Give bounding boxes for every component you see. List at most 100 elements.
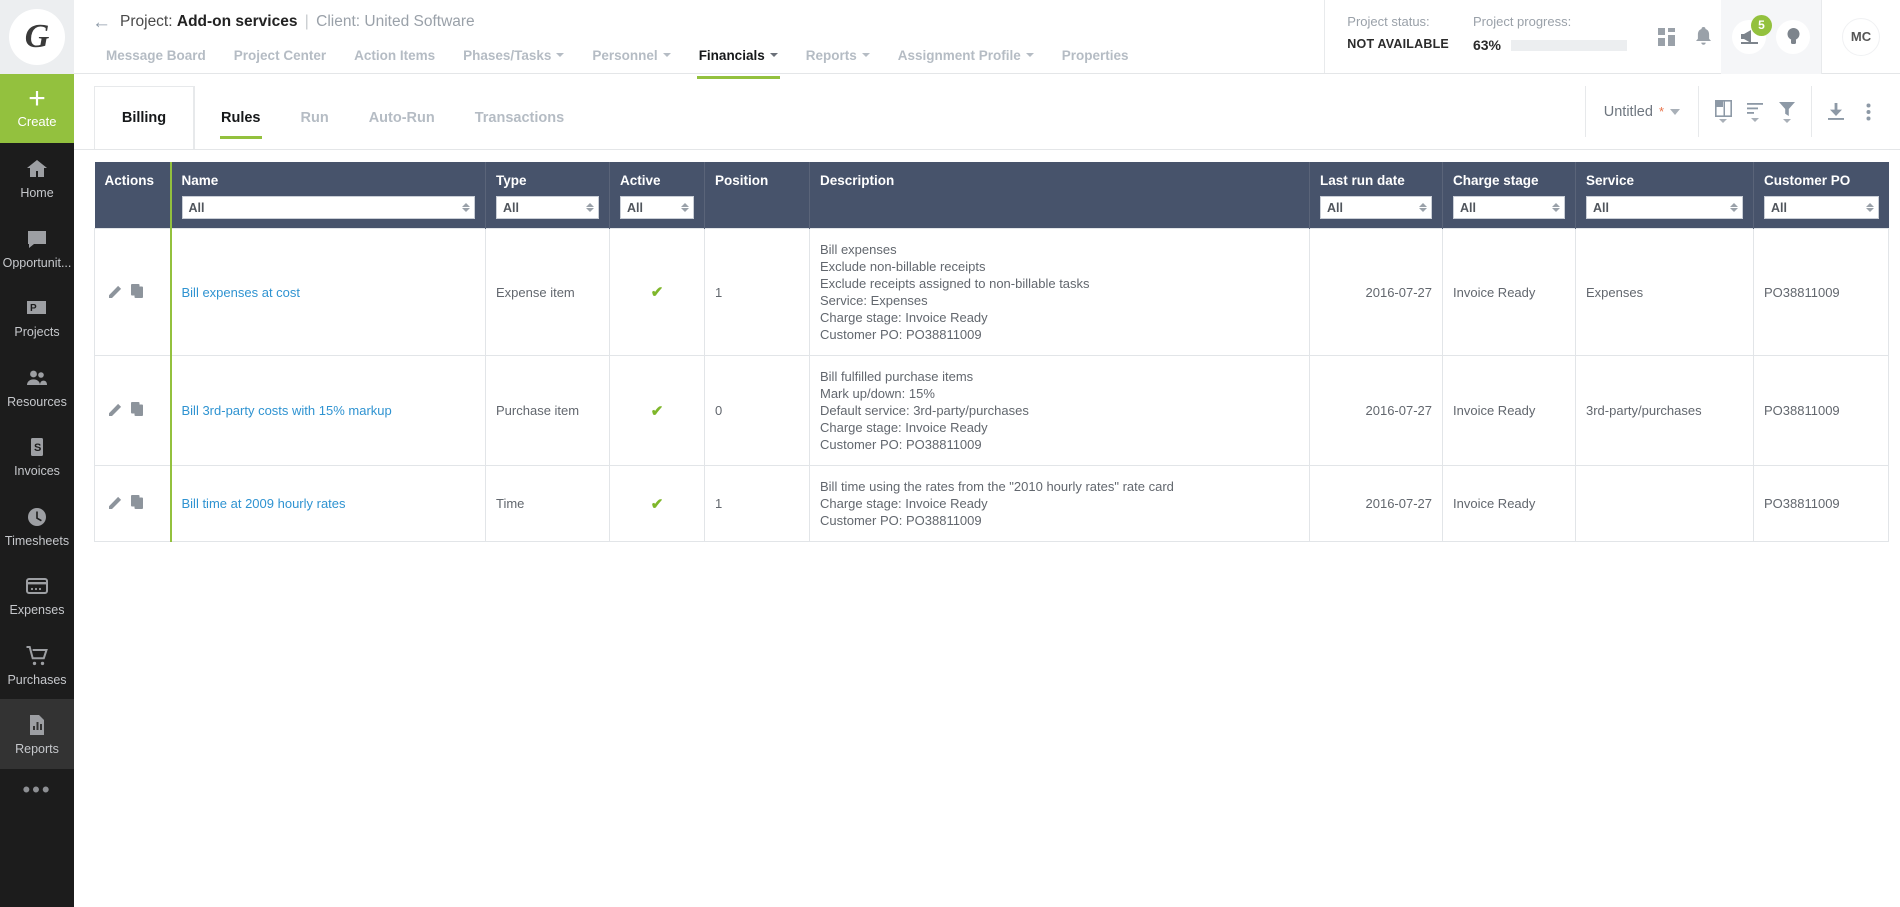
sidebar-item-opportunities[interactable]: Opportunit... <box>0 213 74 283</box>
sidebar-item-timesheets[interactable]: Timesheets <box>0 491 74 561</box>
filter-value: All <box>188 200 205 215</box>
tab-billing-label: Billing <box>121 110 167 126</box>
table-row[interactable]: Bill expenses at cost Expense item ✔ 1 Bill … <box>94 228 1889 356</box>
sidebar-item-reports[interactable]: Reports <box>0 699 74 769</box>
nav-tab-label: Assignment Profile <box>897 47 1021 63</box>
cell-position: 0 <box>704 355 810 466</box>
table-row[interactable]: Bill 3rd-party costs with 15% markup Purc… <box>94 355 1889 466</box>
more-vertical-button[interactable] <box>1852 92 1884 132</box>
view-selector[interactable]: Untitled * <box>1584 86 1698 137</box>
cell-last-run-date: 2016-07-27 <box>1309 228 1443 356</box>
edit-pencil-icon[interactable] <box>109 285 122 298</box>
chevron-down-icon <box>1719 119 1727 123</box>
filter-customer-po[interactable]: All <box>1764 196 1879 219</box>
sidebar-item-resources[interactable]: Resources <box>0 352 74 422</box>
download-button[interactable] <box>1820 92 1852 132</box>
active-check-icon: ✔ <box>650 402 664 420</box>
nav-tab-reports[interactable]: Reports <box>792 42 884 71</box>
sidebar-item-invoices[interactable]: S Invoices <box>0 421 74 491</box>
billing-subtabs: Rules Run Auto-Run Transactions <box>194 86 584 149</box>
col-title: Type <box>496 173 527 188</box>
col-customer-po[interactable]: Customer PO All <box>1753 162 1889 229</box>
col-last-run-date[interactable]: Last run date All <box>1309 162 1443 229</box>
rule-name-link[interactable]: Bill expenses at cost <box>182 285 301 300</box>
filter-type[interactable]: All <box>496 196 599 219</box>
col-title: Description <box>820 173 895 188</box>
breadcrumb-separator: | <box>304 13 309 30</box>
sidebar-item-expenses[interactable]: Expenses <box>0 560 74 630</box>
tab-run[interactable]: Run <box>281 86 349 149</box>
bell-icon[interactable] <box>1685 0 1721 74</box>
header-icon-group: 5 MC <box>1649 0 1900 74</box>
status-badge: NOT AVAILABLE <box>1347 37 1449 51</box>
credit-card-icon <box>25 574 49 598</box>
clock-icon <box>25 505 49 529</box>
project-prefix: Project: <box>120 13 173 30</box>
nav-tab-label: Phases/Tasks <box>463 47 552 63</box>
columns-button[interactable] <box>1707 92 1739 132</box>
filter-value: All <box>503 200 519 215</box>
col-type[interactable]: Type All <box>485 162 610 229</box>
projects-folder-icon: P <box>25 296 49 320</box>
nav-tab-action-items[interactable]: Action Items <box>340 42 449 71</box>
copy-icon[interactable] <box>131 283 143 298</box>
lightbulb-icon[interactable] <box>1776 19 1810 54</box>
edit-pencil-icon[interactable] <box>109 403 122 416</box>
filter-name[interactable]: All <box>181 196 475 219</box>
col-active[interactable]: Active All <box>609 162 705 229</box>
col-name[interactable]: Name All <box>169 162 486 229</box>
cell-actions <box>94 228 171 356</box>
nav-tab-properties[interactable]: Properties <box>1048 42 1143 71</box>
filter-charge-stage[interactable]: All <box>1453 196 1565 219</box>
edit-pencil-icon[interactable] <box>109 496 122 509</box>
dashboard-widgets-icon[interactable] <box>1649 0 1685 74</box>
tab-transactions[interactable]: Transactions <box>455 86 584 149</box>
avatar[interactable]: MC <box>1842 17 1880 56</box>
nav-tab-message-board[interactable]: Message Board <box>92 42 220 71</box>
col-charge-stage[interactable]: Charge stage All <box>1442 162 1576 229</box>
filter-button[interactable] <box>1771 92 1803 132</box>
sidebar-label: Projects <box>14 326 60 339</box>
filter-last-run-date[interactable]: All <box>1320 196 1432 219</box>
tab-auto-run[interactable]: Auto-Run <box>349 86 455 149</box>
nav-tab-personnel[interactable]: Personnel <box>578 42 684 71</box>
spinner-icon <box>1419 203 1427 212</box>
nav-tab-project-center[interactable]: Project Center <box>220 42 340 71</box>
sidebar-item-home[interactable]: Home <box>0 143 74 213</box>
sidebar-item-projects[interactable]: P Projects <box>0 282 74 352</box>
rule-name-link[interactable]: Bill 3rd-party costs with 15% markup <box>182 403 392 418</box>
global-sidebar: G + Create Home Opportunit... P Projects <box>0 0 74 907</box>
cell-active: ✔ <box>609 465 705 542</box>
nav-tab-phases-tasks[interactable]: Phases/Tasks <box>449 42 578 71</box>
announcements-icon[interactable]: 5 <box>1732 14 1772 54</box>
col-actions: Actions <box>94 162 171 229</box>
create-label: Create <box>17 114 57 129</box>
create-button[interactable]: + Create <box>0 74 74 143</box>
sidebar-item-purchases[interactable]: Purchases <box>0 630 74 700</box>
cell-last-run-date: 2016-07-27 <box>1309 465 1443 542</box>
nav-tab-financials[interactable]: Financials <box>685 42 792 79</box>
logo-letter: G <box>9 9 65 65</box>
tab-billing[interactable]: Billing <box>94 86 194 149</box>
copy-icon[interactable] <box>131 402 143 416</box>
app-logo[interactable]: G <box>0 0 74 74</box>
nav-tab-label: Properties <box>1061 47 1129 63</box>
project-status-panel: Project status: NOT AVAILABLE Project pr… <box>1324 0 1649 73</box>
sort-button[interactable] <box>1739 92 1771 132</box>
table-row[interactable]: Bill time at 2009 hourly rates Time ✔ 1 Bill… <box>94 465 1889 542</box>
avatar-container: MC <box>1821 0 1900 74</box>
nav-tab-assignment-profile[interactable]: Assignment Profile <box>884 42 1048 71</box>
cell-service <box>1575 465 1754 542</box>
sidebar-label: Opportunit... <box>2 256 72 269</box>
tab-rules[interactable]: Rules <box>201 86 281 149</box>
sidebar-more-button[interactable]: ••• <box>0 769 74 811</box>
sidebar-label: Reports <box>15 743 59 756</box>
cell-customer-po: PO38811009 <box>1753 355 1889 466</box>
filter-service[interactable]: All <box>1586 196 1743 219</box>
col-service[interactable]: Service All <box>1575 162 1754 229</box>
col-title: Service <box>1586 173 1635 188</box>
filter-active[interactable]: All <box>620 196 694 219</box>
rule-name-link[interactable]: Bill time at 2009 hourly rates <box>182 496 346 511</box>
back-arrow-icon[interactable]: ← <box>92 13 111 32</box>
copy-icon[interactable] <box>131 495 143 509</box>
